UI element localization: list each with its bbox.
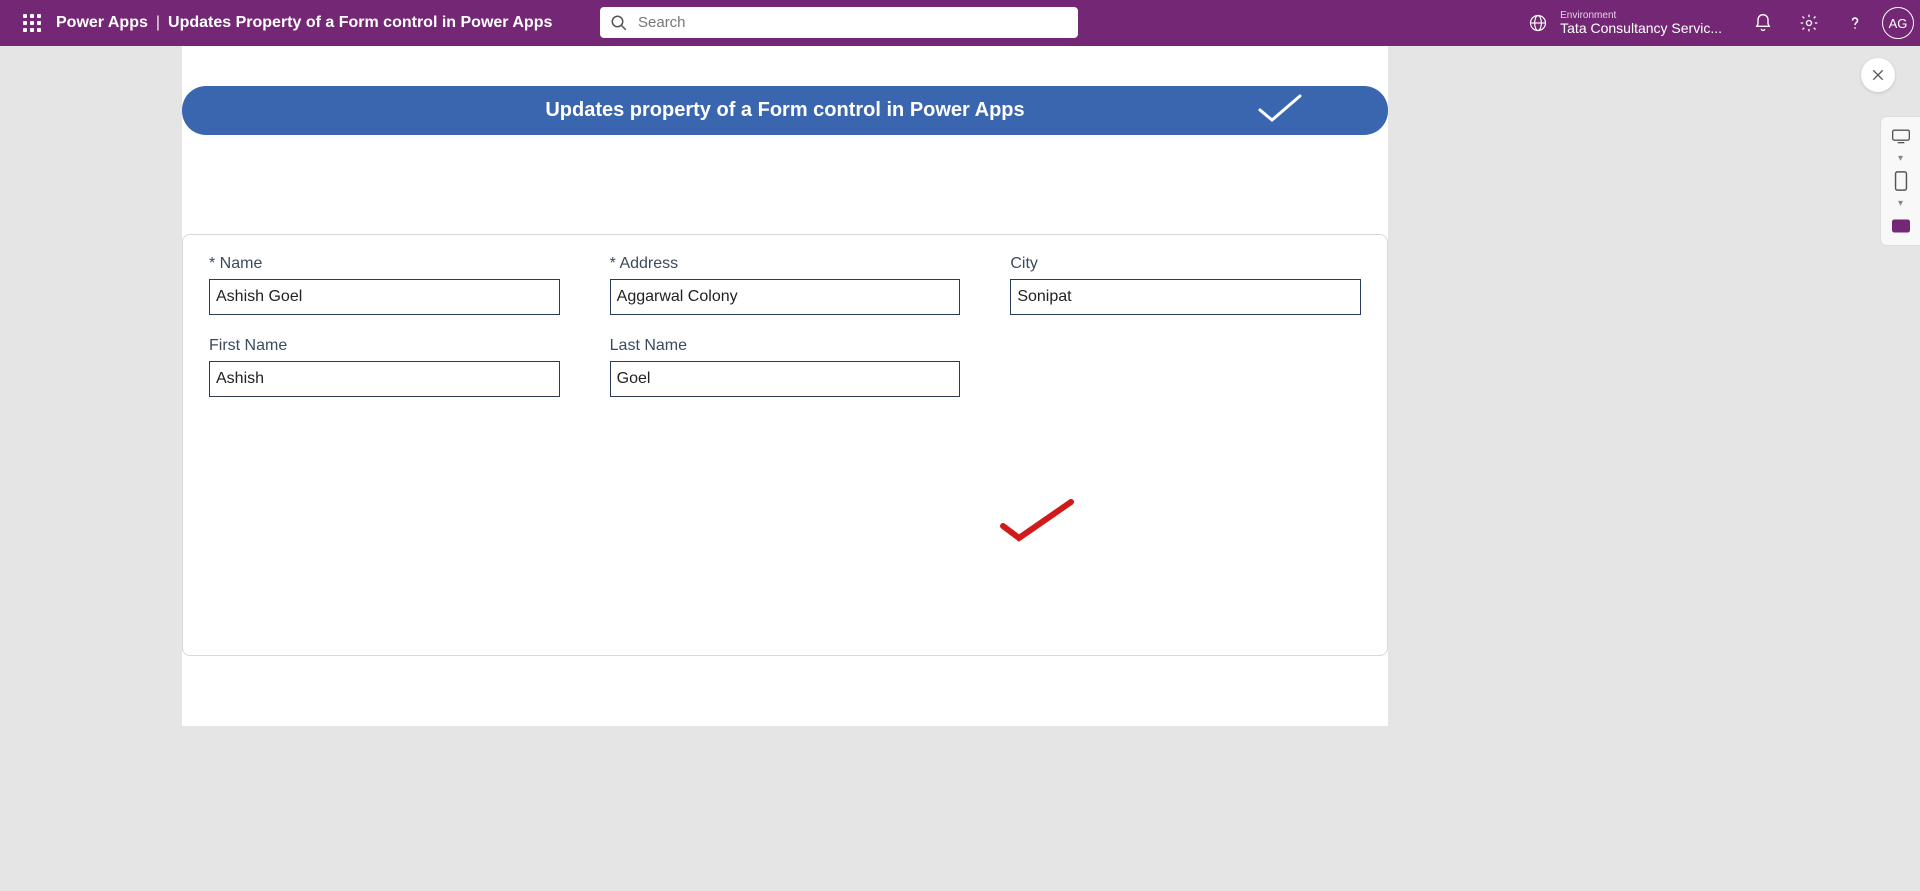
form-card: * Name * Address City First Name Last Na…: [182, 234, 1388, 656]
search-container: [600, 7, 1078, 38]
search-icon: [610, 14, 628, 32]
field-lastname: Last Name: [610, 337, 961, 397]
notifications-button[interactable]: [1740, 0, 1786, 46]
phone-icon: [1894, 171, 1908, 191]
banner-title: Updates property of a Form control in Po…: [545, 99, 1024, 122]
check-icon: [1252, 92, 1308, 124]
banner: Updates property of a Form control in Po…: [182, 86, 1388, 135]
field-city: City: [1010, 255, 1361, 315]
avatar-initials: AG: [1889, 16, 1908, 31]
app-canvas: Updates property of a Form control in Po…: [182, 46, 1388, 726]
input-address[interactable]: [610, 279, 961, 315]
globe-icon: [1526, 11, 1550, 35]
field-firstname: First Name: [209, 337, 560, 397]
settings-button[interactable]: [1786, 0, 1832, 46]
header-right: Environment Tata Consultancy Servic... A…: [1526, 0, 1914, 46]
user-avatar[interactable]: AG: [1882, 7, 1914, 39]
help-button[interactable]: [1832, 0, 1878, 46]
tablet-icon: [1891, 218, 1911, 234]
environment-picker[interactable]: Environment Tata Consultancy Servic...: [1526, 10, 1722, 36]
environment-text: Environment Tata Consultancy Servic...: [1560, 10, 1722, 36]
close-preview-button[interactable]: [1861, 58, 1895, 92]
title-separator: |: [156, 14, 160, 32]
input-lastname[interactable]: [610, 361, 961, 397]
submit-button[interactable]: [1252, 92, 1308, 130]
device-preview-panel: ▾ ▾: [1880, 116, 1920, 246]
waffle-icon: [23, 14, 41, 32]
input-name[interactable]: [209, 279, 560, 315]
canvas-stage: ▾ ▾ Updates property of a Form control i…: [0, 46, 1920, 891]
environment-label: Environment: [1560, 10, 1722, 21]
field-label-name: * Name: [209, 255, 560, 273]
bell-icon: [1753, 13, 1773, 33]
field-label-city: City: [1010, 255, 1361, 273]
search-input[interactable]: [638, 7, 1068, 38]
header-title: Power Apps | Updates Property of a Form …: [56, 14, 552, 32]
device-desktop-button[interactable]: [1890, 127, 1912, 145]
gear-icon: [1799, 13, 1819, 33]
field-name: * Name: [209, 255, 560, 315]
help-icon: [1845, 13, 1865, 33]
app-launcher-button[interactable]: [8, 0, 56, 46]
field-label-address: * Address: [610, 255, 961, 273]
device-phone-button[interactable]: [1890, 172, 1912, 190]
chevron-down-icon[interactable]: ▾: [1898, 198, 1903, 209]
input-city[interactable]: [1010, 279, 1361, 315]
device-tablet-button[interactable]: [1890, 217, 1912, 235]
field-label-lastname: Last Name: [610, 337, 961, 355]
environment-name: Tata Consultancy Servic...: [1560, 21, 1722, 36]
field-label-firstname: First Name: [209, 337, 560, 355]
app-header: Power Apps | Updates Property of a Form …: [0, 0, 1920, 46]
chevron-down-icon[interactable]: ▾: [1898, 153, 1903, 164]
desktop-icon: [1891, 128, 1911, 144]
input-firstname[interactable]: [209, 361, 560, 397]
search-box[interactable]: [600, 7, 1078, 38]
app-name[interactable]: Power Apps: [56, 14, 148, 32]
page-name: Updates Property of a Form control in Po…: [168, 14, 552, 32]
close-icon: [1870, 67, 1886, 83]
field-address: * Address: [610, 255, 961, 315]
